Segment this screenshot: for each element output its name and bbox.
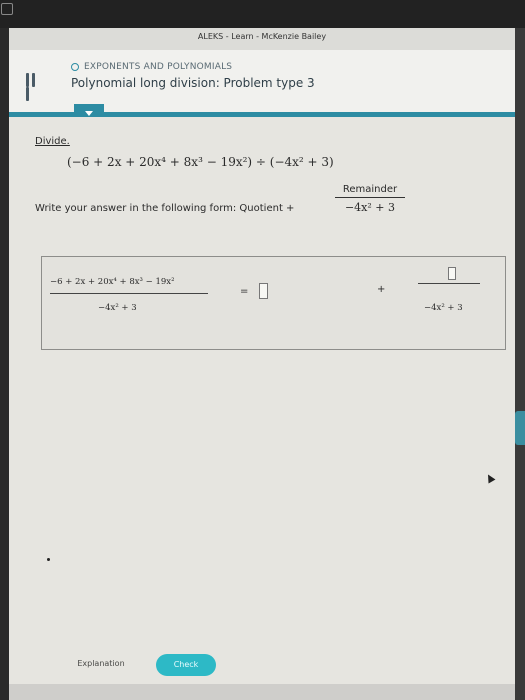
page-title: Polynomial long division: Problem type 3 [71, 76, 315, 90]
explanation-button[interactable]: Explanation [59, 653, 143, 673]
remainder-fraction-bar [418, 283, 480, 284]
menu-icon[interactable] [26, 73, 42, 101]
remainder-input[interactable] [448, 267, 456, 280]
answer-form-fraction: Remainder −4x² + 3 [335, 184, 405, 214]
topic-status-icon [71, 63, 79, 71]
browser-title-bar: ALEKS - Learn - McKenzie Bailey [9, 28, 515, 51]
answer-box: −6 + 2x + 20x⁴ + 8x³ − 19x² −4x² + 3 = +… [41, 256, 506, 350]
mouse-cursor-icon [484, 472, 496, 484]
equals-sign: = [240, 286, 249, 297]
screen-bezel-bottom [9, 684, 515, 700]
divide-label: Divide. [35, 136, 70, 147]
form-denominator: −4x² + 3 [344, 201, 396, 214]
screen-bezel-left [0, 28, 9, 700]
quotient-input[interactable] [259, 283, 268, 299]
form-numerator: Remainder [335, 184, 405, 198]
side-toolbar-tab[interactable] [515, 411, 525, 445]
screen-bezel-top [0, 0, 525, 28]
window-icon [1, 3, 13, 15]
problem-area: Divide. (−6 + 2x + 20x⁴ + 8x³ − 19x²) ÷ … [9, 117, 525, 700]
answer-fraction-bar [50, 293, 208, 294]
check-button[interactable]: Check [156, 654, 216, 676]
screen-speck [47, 558, 50, 561]
window-title: ALEKS - Learn - McKenzie Bailey [197, 32, 327, 41]
answer-dividend: −6 + 2x + 20x⁴ + 8x³ − 19x² [50, 277, 175, 287]
answer-divisor: −4x² + 3 [98, 303, 137, 313]
plus-sign: + [377, 284, 386, 295]
topic-breadcrumb: EXPONENTS AND POLYNOMIALS [71, 62, 232, 72]
screen-bezel-right [515, 28, 525, 700]
instruction-text: Write your answer in the following form:… [35, 203, 295, 214]
remainder-denominator: −4x² + 3 [424, 303, 463, 313]
division-expression: (−6 + 2x + 20x⁴ + 8x³ − 19x²) ÷ (−4x² + … [67, 155, 334, 169]
topic-label: EXPONENTS AND POLYNOMIALS [84, 62, 233, 72]
